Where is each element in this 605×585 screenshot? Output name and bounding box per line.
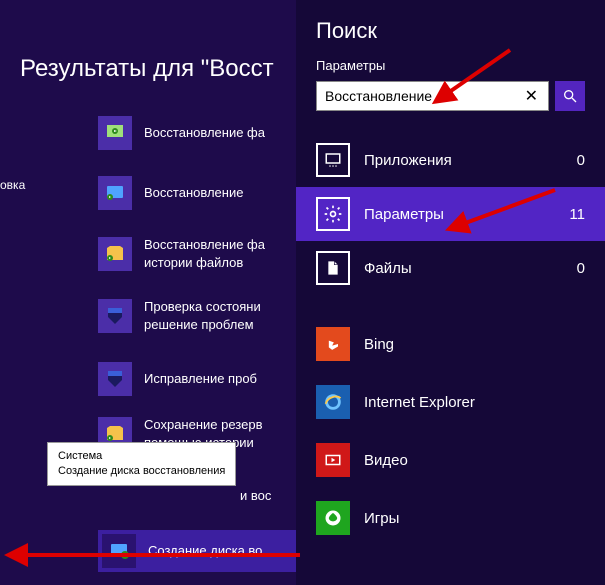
files-icon [316, 251, 350, 285]
result-item[interactable]: Проверка состоянирешение проблем [98, 298, 261, 334]
cutoff-text: овка [0, 178, 25, 192]
provider-ie[interactable]: Internet Explorer [316, 373, 585, 431]
recovery-icon [98, 176, 132, 210]
search-box[interactable]: ✕ [316, 81, 549, 111]
results-pane: Результаты для "Восст овка Восстановлени… [0, 0, 296, 585]
search-scope-label: Параметры [316, 58, 585, 73]
result-item[interactable]: Восстановление фа [98, 116, 265, 150]
result-label: Исправление проб [144, 370, 257, 388]
restore-icon [98, 116, 132, 150]
tooltip: Система Создание диска восстановления [47, 442, 236, 486]
scope-count: 0 [577, 152, 585, 169]
bing-icon [316, 327, 350, 361]
search-title: Поиск [316, 18, 585, 44]
provider-label: Видео [364, 452, 408, 469]
scope-settings[interactable]: Параметры 11 [296, 187, 605, 241]
games-icon [316, 501, 350, 535]
result-item[interactable]: Исправление проб [98, 362, 257, 396]
video-icon [316, 443, 350, 477]
provider-bing[interactable]: Bing [316, 315, 585, 373]
result-item[interactable]: Восстановление [98, 176, 243, 210]
search-input[interactable] [325, 88, 521, 104]
results-title: Результаты для "Восст [20, 55, 274, 83]
scope-files[interactable]: Файлы 0 [296, 241, 605, 295]
result-item[interactable]: и вос [240, 487, 271, 505]
provider-label: Игры [364, 510, 399, 527]
apps-icon [316, 143, 350, 177]
ie-icon [316, 385, 350, 419]
result-item[interactable]: Восстановление фаистории файлов [98, 236, 265, 272]
result-label: и вос [240, 487, 271, 505]
scope-label: Параметры [364, 206, 555, 223]
search-button[interactable] [555, 81, 585, 111]
scope-apps[interactable]: Приложения 0 [296, 133, 605, 187]
clear-icon[interactable]: ✕ [521, 86, 542, 106]
provider-games[interactable]: Игры [316, 489, 585, 547]
scope-label: Приложения [364, 152, 563, 169]
tooltip-line1: Система [58, 449, 225, 464]
provider-label: Bing [364, 336, 394, 353]
result-label: Проверка состоянирешение проблем [144, 298, 261, 334]
scope-label: Файлы [364, 260, 563, 277]
provider-video[interactable]: Видео [316, 431, 585, 489]
scope-count: 0 [577, 260, 585, 277]
fix-icon [98, 362, 132, 396]
search-row: ✕ [316, 81, 585, 111]
create-recovery-disk-icon [102, 534, 136, 568]
result-label: Создание диска во [148, 542, 262, 560]
result-item[interactable]: Создание диска во [98, 530, 296, 572]
tooltip-line2: Создание диска восстановления [58, 464, 225, 479]
provider-label: Internet Explorer [364, 394, 475, 411]
scope-count: 11 [569, 206, 585, 223]
search-charm: Поиск Параметры ✕ Приложения 0 Параметры… [296, 0, 605, 585]
result-label: Восстановление [144, 184, 243, 202]
result-label: Восстановление фаистории файлов [144, 236, 265, 272]
magnifier-icon [562, 88, 578, 104]
result-label: Восстановление фа [144, 124, 265, 142]
troubleshoot-icon [98, 299, 132, 333]
settings-icon [316, 197, 350, 231]
file-history-icon [98, 237, 132, 271]
